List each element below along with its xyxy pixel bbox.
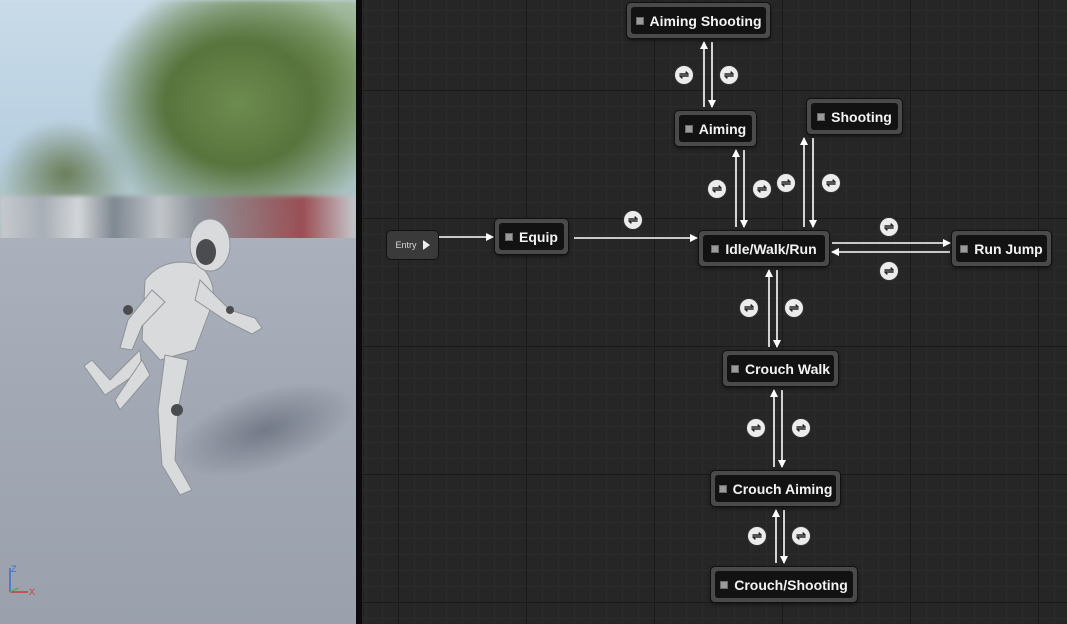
- state-machine-graph[interactable]: Entry Aiming Shooting Aiming Shooting Eq…: [362, 0, 1067, 624]
- state-label: Shooting: [831, 108, 892, 125]
- state-aiming-shooting[interactable]: Aiming Shooting: [627, 3, 770, 38]
- state-crouch-aiming[interactable]: Crouch Aiming: [711, 471, 840, 506]
- state-label: Aiming Shooting: [649, 12, 762, 29]
- state-icon: [960, 244, 969, 253]
- transition-rule-icon[interactable]: ⇌: [720, 66, 738, 84]
- state-icon: [720, 580, 729, 589]
- transition-rule-icon[interactable]: ⇌: [880, 262, 898, 280]
- state-aiming[interactable]: Aiming: [675, 111, 756, 146]
- transition-rule-icon[interactable]: ⇌: [675, 66, 693, 84]
- entry-label: Entry: [395, 240, 417, 250]
- transition-rule-icon[interactable]: ⇌: [792, 527, 810, 545]
- state-icon: [817, 112, 826, 121]
- state-label: Idle/Walk/Run: [725, 240, 817, 257]
- state-icon: [635, 16, 644, 25]
- transition-rule-icon[interactable]: ⇌: [777, 174, 795, 192]
- animation-preview-viewport[interactable]: Z X: [0, 0, 356, 624]
- state-icon: [505, 232, 514, 241]
- state-idle-walk-run[interactable]: Idle/Walk/Run: [699, 231, 829, 266]
- state-crouch-shooting[interactable]: Crouch/Shooting: [711, 567, 857, 602]
- transition-rule-icon[interactable]: ⇌: [747, 419, 765, 437]
- state-label: Crouch Aiming: [732, 480, 833, 497]
- transition-rule-icon[interactable]: ⇌: [785, 299, 803, 317]
- state-label: Aiming: [698, 120, 747, 137]
- transition-rule-icon[interactable]: ⇌: [822, 174, 840, 192]
- transition-rule-icon[interactable]: ⇌: [748, 527, 766, 545]
- state-icon: [718, 484, 727, 493]
- transition-rule-icon[interactable]: ⇌: [880, 218, 898, 236]
- state-icon: [684, 124, 693, 133]
- axis-z-label: Z: [11, 564, 17, 574]
- state-label: Crouch/Shooting: [734, 576, 848, 593]
- mannequin-character[interactable]: [70, 210, 280, 510]
- transition-rule-icon[interactable]: ⇌: [708, 180, 726, 198]
- entry-node[interactable]: Entry: [387, 231, 438, 259]
- state-equip[interactable]: Equip: [495, 219, 568, 254]
- state-crouch-walk[interactable]: Crouch Walk: [723, 351, 838, 386]
- state-label: Equip: [519, 228, 558, 245]
- state-label: Run Jump: [974, 240, 1043, 257]
- state-icon: [711, 244, 720, 253]
- transition-rule-icon[interactable]: ⇌: [792, 419, 810, 437]
- entry-output-pin[interactable]: [422, 240, 430, 250]
- transition-rule-icon[interactable]: ⇌: [740, 299, 758, 317]
- transition-rule-icon[interactable]: ⇌: [624, 211, 642, 229]
- axis-x-label: X: [29, 587, 35, 597]
- axis-gizmo: Z X: [9, 564, 35, 597]
- state-run-jump[interactable]: Run Jump: [952, 231, 1051, 266]
- state-icon: [730, 364, 739, 373]
- state-shooting[interactable]: Shooting: [807, 99, 902, 134]
- transition-rule-icon[interactable]: ⇌: [753, 180, 771, 198]
- state-label: Crouch Walk: [744, 360, 831, 377]
- transition-links: [438, 41, 951, 564]
